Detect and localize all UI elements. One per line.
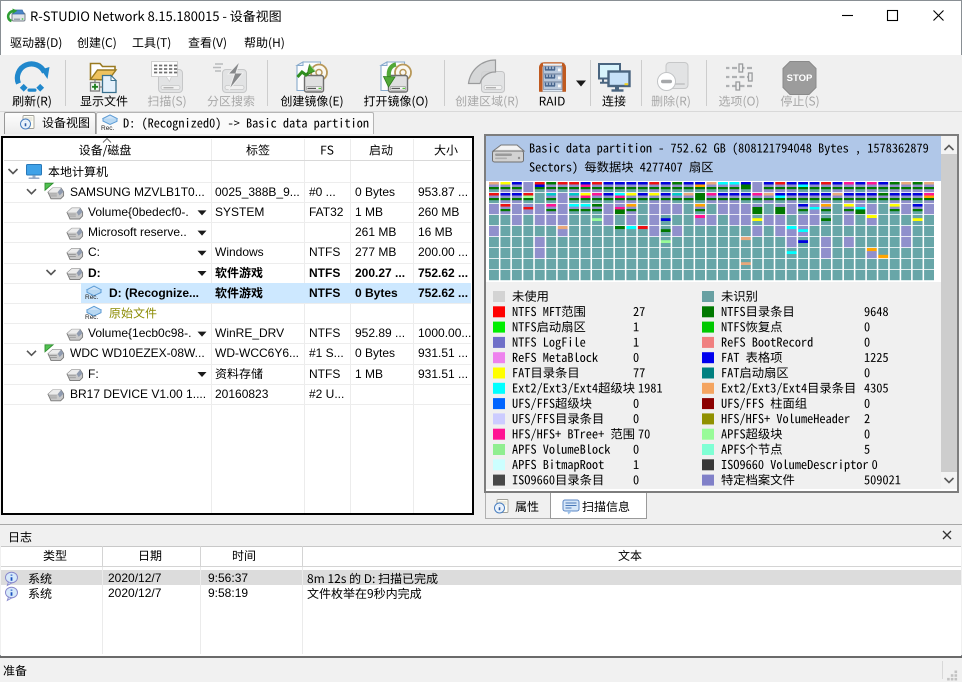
svg-text:Rec.: Rec. [85, 294, 99, 301]
svg-text:STOP: STOP [787, 73, 813, 84]
svg-text:Rec.: Rec. [101, 125, 115, 132]
svg-text:Rec.: Rec. [85, 314, 99, 321]
